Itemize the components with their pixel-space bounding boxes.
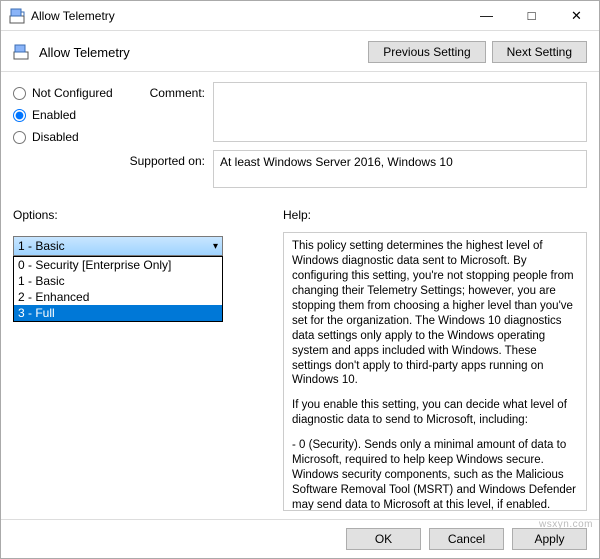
dropdown-selected[interactable]: 1 - Basic ▾ bbox=[13, 236, 223, 256]
dropdown-item-enhanced[interactable]: 2 - Enhanced bbox=[14, 289, 222, 305]
titlebar: Allow Telemetry — □ ✕ bbox=[1, 1, 599, 31]
apply-button[interactable]: Apply bbox=[512, 528, 587, 550]
policy-icon bbox=[13, 44, 33, 60]
dropdown-item-basic[interactable]: 1 - Basic bbox=[14, 273, 222, 289]
policy-title: Allow Telemetry bbox=[39, 45, 362, 60]
radio-disabled[interactable]: Disabled bbox=[13, 130, 128, 144]
help-paragraph: If you enable this setting, you can deci… bbox=[292, 398, 578, 428]
cancel-button[interactable]: Cancel bbox=[429, 528, 504, 550]
radio-label: Disabled bbox=[32, 130, 79, 144]
dropdown-selected-text: 1 - Basic bbox=[18, 239, 65, 253]
radio-label: Enabled bbox=[32, 108, 76, 122]
help-label: Help: bbox=[283, 208, 587, 222]
help-pane: Help: This policy setting determines the… bbox=[283, 208, 587, 511]
close-button[interactable]: ✕ bbox=[554, 1, 599, 30]
supported-on-value: At least Windows Server 2016, Windows 10 bbox=[213, 150, 587, 188]
help-paragraph: This policy setting determines the highe… bbox=[292, 239, 578, 388]
dropdown-item-security[interactable]: 0 - Security [Enterprise Only] bbox=[14, 257, 222, 273]
maximize-button[interactable]: □ bbox=[509, 1, 554, 30]
supported-on-text: At least Windows Server 2016, Windows 10 bbox=[220, 155, 453, 169]
dropdown-item-full[interactable]: 3 - Full bbox=[14, 305, 222, 321]
radio-not-configured-input[interactable] bbox=[13, 87, 26, 100]
radio-not-configured[interactable]: Not Configured bbox=[13, 86, 128, 100]
radio-enabled-input[interactable] bbox=[13, 109, 26, 122]
window-controls: — □ ✕ bbox=[464, 1, 599, 30]
help-paragraph: - 0 (Security). Sends only a minimal amo… bbox=[292, 438, 578, 511]
previous-setting-button[interactable]: Previous Setting bbox=[368, 41, 485, 63]
radio-label: Not Configured bbox=[32, 86, 113, 100]
header-row: Allow Telemetry Previous Setting Next Se… bbox=[1, 31, 599, 72]
chevron-down-icon: ▾ bbox=[213, 241, 218, 252]
options-pane: Options: 1 - Basic ▾ 0 - Security [Enter… bbox=[13, 208, 265, 511]
policy-icon bbox=[9, 8, 25, 24]
config-area: Not Configured Enabled Disabled Comment:… bbox=[1, 72, 599, 204]
comment-label: Comment: bbox=[128, 82, 213, 142]
dropdown-list: 0 - Security [Enterprise Only] 1 - Basic… bbox=[13, 256, 223, 322]
dialog-footer: OK Cancel Apply bbox=[1, 519, 599, 558]
state-radio-group: Not Configured Enabled Disabled bbox=[13, 82, 128, 196]
radio-enabled[interactable]: Enabled bbox=[13, 108, 128, 122]
lower-panes: Options: 1 - Basic ▾ 0 - Security [Enter… bbox=[1, 204, 599, 519]
ok-button[interactable]: OK bbox=[346, 528, 421, 550]
radio-disabled-input[interactable] bbox=[13, 131, 26, 144]
window-title: Allow Telemetry bbox=[31, 9, 464, 23]
options-label: Options: bbox=[13, 208, 265, 222]
help-textbox[interactable]: This policy setting determines the highe… bbox=[283, 232, 587, 511]
supported-on-label: Supported on: bbox=[128, 150, 213, 188]
policy-dialog: Allow Telemetry — □ ✕ Allow Telemetry Pr… bbox=[0, 0, 600, 559]
next-setting-button[interactable]: Next Setting bbox=[492, 41, 587, 63]
telemetry-level-dropdown[interactable]: 1 - Basic ▾ 0 - Security [Enterprise Onl… bbox=[13, 236, 265, 256]
fields-column: Comment: Supported on: At least Windows … bbox=[128, 82, 587, 196]
comment-textarea[interactable] bbox=[213, 82, 587, 142]
minimize-button[interactable]: — bbox=[464, 1, 509, 30]
